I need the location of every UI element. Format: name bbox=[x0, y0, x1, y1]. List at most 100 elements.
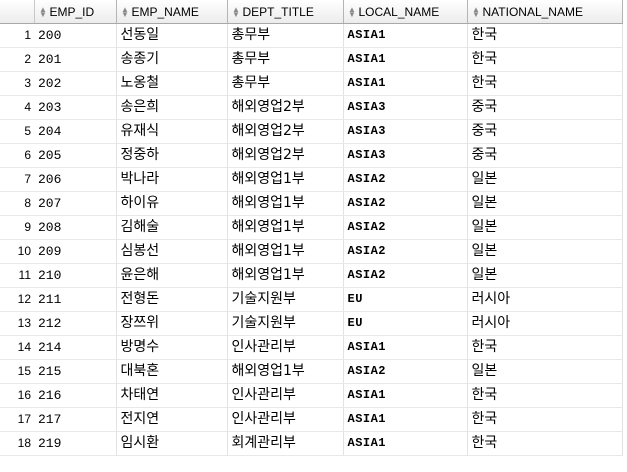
cell-emp-id[interactable]: 205 bbox=[34, 143, 117, 168]
cell-local-name[interactable]: ASIA1 bbox=[343, 431, 468, 456]
row-number[interactable]: 12 bbox=[0, 287, 34, 312]
table-row[interactable]: 11 210 윤은해 해외영업1부 ASIA2 일본 bbox=[0, 263, 623, 288]
cell-national-name[interactable]: 한국 bbox=[467, 23, 623, 48]
cell-national-name[interactable]: 일본 bbox=[467, 167, 623, 192]
cell-emp-name[interactable]: 김해술 bbox=[116, 215, 228, 240]
cell-emp-id[interactable]: 201 bbox=[34, 47, 117, 72]
table-row[interactable]: 17 217 전지연 인사관리부 ASIA1 한국 bbox=[0, 407, 623, 432]
row-number[interactable]: 4 bbox=[0, 95, 34, 120]
cell-local-name[interactable]: ASIA2 bbox=[343, 239, 468, 264]
row-number[interactable]: 13 bbox=[0, 311, 34, 336]
sort-arrows-icon[interactable]: ▲ ▼ bbox=[348, 6, 357, 19]
cell-local-name[interactable]: ASIA2 bbox=[343, 191, 468, 216]
table-row[interactable]: 16 216 차태연 인사관리부 ASIA1 한국 bbox=[0, 383, 623, 408]
cell-dept-title[interactable]: 해외영업1부 bbox=[227, 167, 344, 192]
sort-arrows-icon[interactable]: ▲ ▼ bbox=[121, 6, 130, 19]
cell-national-name[interactable]: 한국 bbox=[467, 431, 623, 456]
cell-emp-name[interactable]: 임시환 bbox=[116, 431, 228, 456]
cell-emp-id[interactable]: 219 bbox=[34, 431, 117, 456]
cell-dept-title[interactable]: 인사관리부 bbox=[227, 383, 344, 408]
cell-dept-title[interactable]: 기술지원부 bbox=[227, 311, 344, 336]
cell-emp-name[interactable]: 전형돈 bbox=[116, 287, 228, 312]
table-row[interactable]: 7 206 박나라 해외영업1부 ASIA2 일본 bbox=[0, 167, 623, 192]
cell-emp-id[interactable]: 209 bbox=[34, 239, 117, 264]
cell-local-name[interactable]: ASIA2 bbox=[343, 263, 468, 288]
cell-emp-id[interactable]: 216 bbox=[34, 383, 117, 408]
row-number[interactable]: 14 bbox=[0, 335, 34, 360]
table-row[interactable]: 13 212 장쯔위 기술지원부 EU 러시아 bbox=[0, 311, 623, 336]
cell-national-name[interactable]: 러시아 bbox=[467, 311, 623, 336]
table-row[interactable]: 8 207 하이유 해외영업1부 ASIA2 일본 bbox=[0, 191, 623, 216]
cell-emp-id[interactable]: 215 bbox=[34, 359, 117, 384]
cell-dept-title[interactable]: 총무부 bbox=[227, 71, 344, 96]
sort-arrows-icon[interactable]: ▲ ▼ bbox=[232, 6, 241, 19]
cell-national-name[interactable]: 중국 bbox=[467, 95, 623, 120]
cell-dept-title[interactable]: 해외영업2부 bbox=[227, 143, 344, 168]
cell-emp-name[interactable]: 노옹철 bbox=[116, 71, 228, 96]
cell-national-name[interactable]: 한국 bbox=[467, 335, 623, 360]
column-header-dept-title[interactable]: ▲ ▼ DEPT_TITLE bbox=[227, 0, 344, 24]
cell-emp-name[interactable]: 유재식 bbox=[116, 119, 228, 144]
row-number[interactable]: 15 bbox=[0, 359, 34, 384]
cell-national-name[interactable]: 일본 bbox=[467, 191, 623, 216]
cell-emp-id[interactable]: 212 bbox=[34, 311, 117, 336]
column-header-emp-id[interactable]: ▲ ▼ EMP_ID bbox=[34, 0, 117, 24]
column-header-emp-name[interactable]: ▲ ▼ EMP_NAME bbox=[116, 0, 228, 24]
table-row[interactable]: 9 208 김해술 해외영업1부 ASIA2 일본 bbox=[0, 215, 623, 240]
cell-dept-title[interactable]: 총무부 bbox=[227, 23, 344, 48]
row-number[interactable]: 7 bbox=[0, 167, 34, 192]
cell-emp-id[interactable]: 206 bbox=[34, 167, 117, 192]
cell-national-name[interactable]: 한국 bbox=[467, 71, 623, 96]
cell-emp-name[interactable]: 선동일 bbox=[116, 23, 228, 48]
cell-dept-title[interactable]: 해외영업1부 bbox=[227, 239, 344, 264]
cell-national-name[interactable]: 일본 bbox=[467, 239, 623, 264]
cell-national-name[interactable]: 한국 bbox=[467, 407, 623, 432]
cell-emp-name[interactable]: 전지연 bbox=[116, 407, 228, 432]
row-number[interactable]: 16 bbox=[0, 383, 34, 408]
cell-local-name[interactable]: EU bbox=[343, 311, 468, 336]
cell-emp-id[interactable]: 200 bbox=[34, 23, 117, 48]
cell-national-name[interactable]: 중국 bbox=[467, 143, 623, 168]
cell-emp-name[interactable]: 송종기 bbox=[116, 47, 228, 72]
cell-dept-title[interactable]: 총무부 bbox=[227, 47, 344, 72]
cell-local-name[interactable]: ASIA1 bbox=[343, 407, 468, 432]
cell-local-name[interactable]: ASIA1 bbox=[343, 383, 468, 408]
row-number[interactable]: 3 bbox=[0, 71, 34, 96]
cell-national-name[interactable]: 일본 bbox=[467, 263, 623, 288]
cell-local-name[interactable]: ASIA3 bbox=[343, 119, 468, 144]
cell-emp-id[interactable]: 208 bbox=[34, 215, 117, 240]
cell-emp-id[interactable]: 217 bbox=[34, 407, 117, 432]
cell-emp-name[interactable]: 송은희 bbox=[116, 95, 228, 120]
cell-local-name[interactable]: ASIA1 bbox=[343, 47, 468, 72]
cell-local-name[interactable]: ASIA3 bbox=[343, 143, 468, 168]
row-number[interactable]: 9 bbox=[0, 215, 34, 240]
cell-dept-title[interactable]: 해외영업2부 bbox=[227, 119, 344, 144]
cell-emp-id[interactable]: 210 bbox=[34, 263, 117, 288]
column-header-national-name[interactable]: ▲ ▼ NATIONAL_NAME bbox=[467, 0, 623, 24]
cell-national-name[interactable]: 한국 bbox=[467, 47, 623, 72]
sort-arrows-icon[interactable]: ▲ ▼ bbox=[472, 6, 481, 19]
row-number[interactable]: 1 bbox=[0, 23, 34, 48]
table-row[interactable]: 2 201 송종기 총무부 ASIA1 한국 bbox=[0, 47, 623, 72]
cell-local-name[interactable]: ASIA2 bbox=[343, 167, 468, 192]
cell-dept-title[interactable]: 해외영업1부 bbox=[227, 191, 344, 216]
cell-dept-title[interactable]: 해외영업2부 bbox=[227, 95, 344, 120]
cell-dept-title[interactable]: 인사관리부 bbox=[227, 335, 344, 360]
row-number[interactable]: 2 bbox=[0, 47, 34, 72]
cell-national-name[interactable]: 중국 bbox=[467, 119, 623, 144]
cell-emp-id[interactable]: 202 bbox=[34, 71, 117, 96]
table-row[interactable]: 18 219 임시환 회계관리부 ASIA1 한국 bbox=[0, 431, 623, 456]
cell-emp-name[interactable]: 윤은해 bbox=[116, 263, 228, 288]
cell-national-name[interactable]: 일본 bbox=[467, 215, 623, 240]
cell-emp-name[interactable]: 하이유 bbox=[116, 191, 228, 216]
cell-emp-name[interactable]: 대북혼 bbox=[116, 359, 228, 384]
table-row[interactable]: 10 209 심봉선 해외영업1부 ASIA2 일본 bbox=[0, 239, 623, 264]
cell-dept-title[interactable]: 기술지원부 bbox=[227, 287, 344, 312]
cell-local-name[interactable]: ASIA3 bbox=[343, 95, 468, 120]
cell-emp-name[interactable]: 장쯔위 bbox=[116, 311, 228, 336]
cell-national-name[interactable]: 일본 bbox=[467, 359, 623, 384]
row-number[interactable]: 5 bbox=[0, 119, 34, 144]
table-row[interactable]: 3 202 노옹철 총무부 ASIA1 한국 bbox=[0, 71, 623, 96]
cell-local-name[interactable]: ASIA2 bbox=[343, 359, 468, 384]
table-row[interactable]: 6 205 정중하 해외영업2부 ASIA3 중국 bbox=[0, 143, 623, 168]
